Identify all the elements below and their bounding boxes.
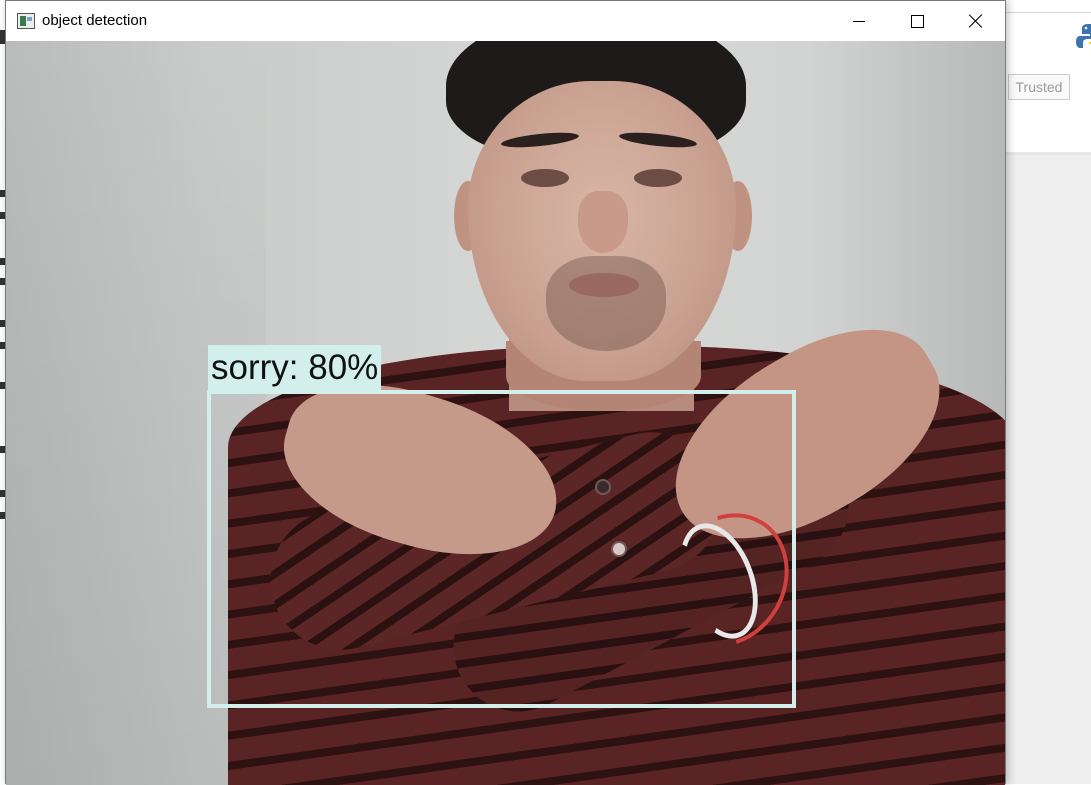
python-logo-icon [1076, 24, 1091, 54]
detection-bounding-box [207, 390, 796, 708]
title-bar[interactable]: object detection [6, 1, 1005, 41]
person-mouth [569, 273, 639, 297]
notebook-background [1005, 155, 1091, 784]
app-window-icon [17, 13, 35, 29]
close-button[interactable] [947, 1, 1005, 41]
close-icon [969, 14, 983, 28]
maximize-button[interactable] [888, 1, 946, 41]
detection-label: sorry: 80% [208, 345, 382, 391]
minimize-icon [853, 20, 865, 22]
webcam-frame: sorry: 80% [6, 41, 1005, 785]
minimize-button[interactable] [830, 1, 888, 41]
maximize-icon [910, 14, 924, 28]
object-detection-window: object detection sorry: 80% [5, 0, 1006, 785]
window-title: object detection [42, 12, 148, 29]
person-beard [546, 256, 666, 351]
eye-right [634, 169, 682, 187]
trusted-label: Trusted [1015, 79, 1063, 95]
person-nose [578, 191, 628, 253]
eye-left [521, 169, 569, 187]
trusted-button[interactable]: Trusted [1008, 74, 1070, 100]
